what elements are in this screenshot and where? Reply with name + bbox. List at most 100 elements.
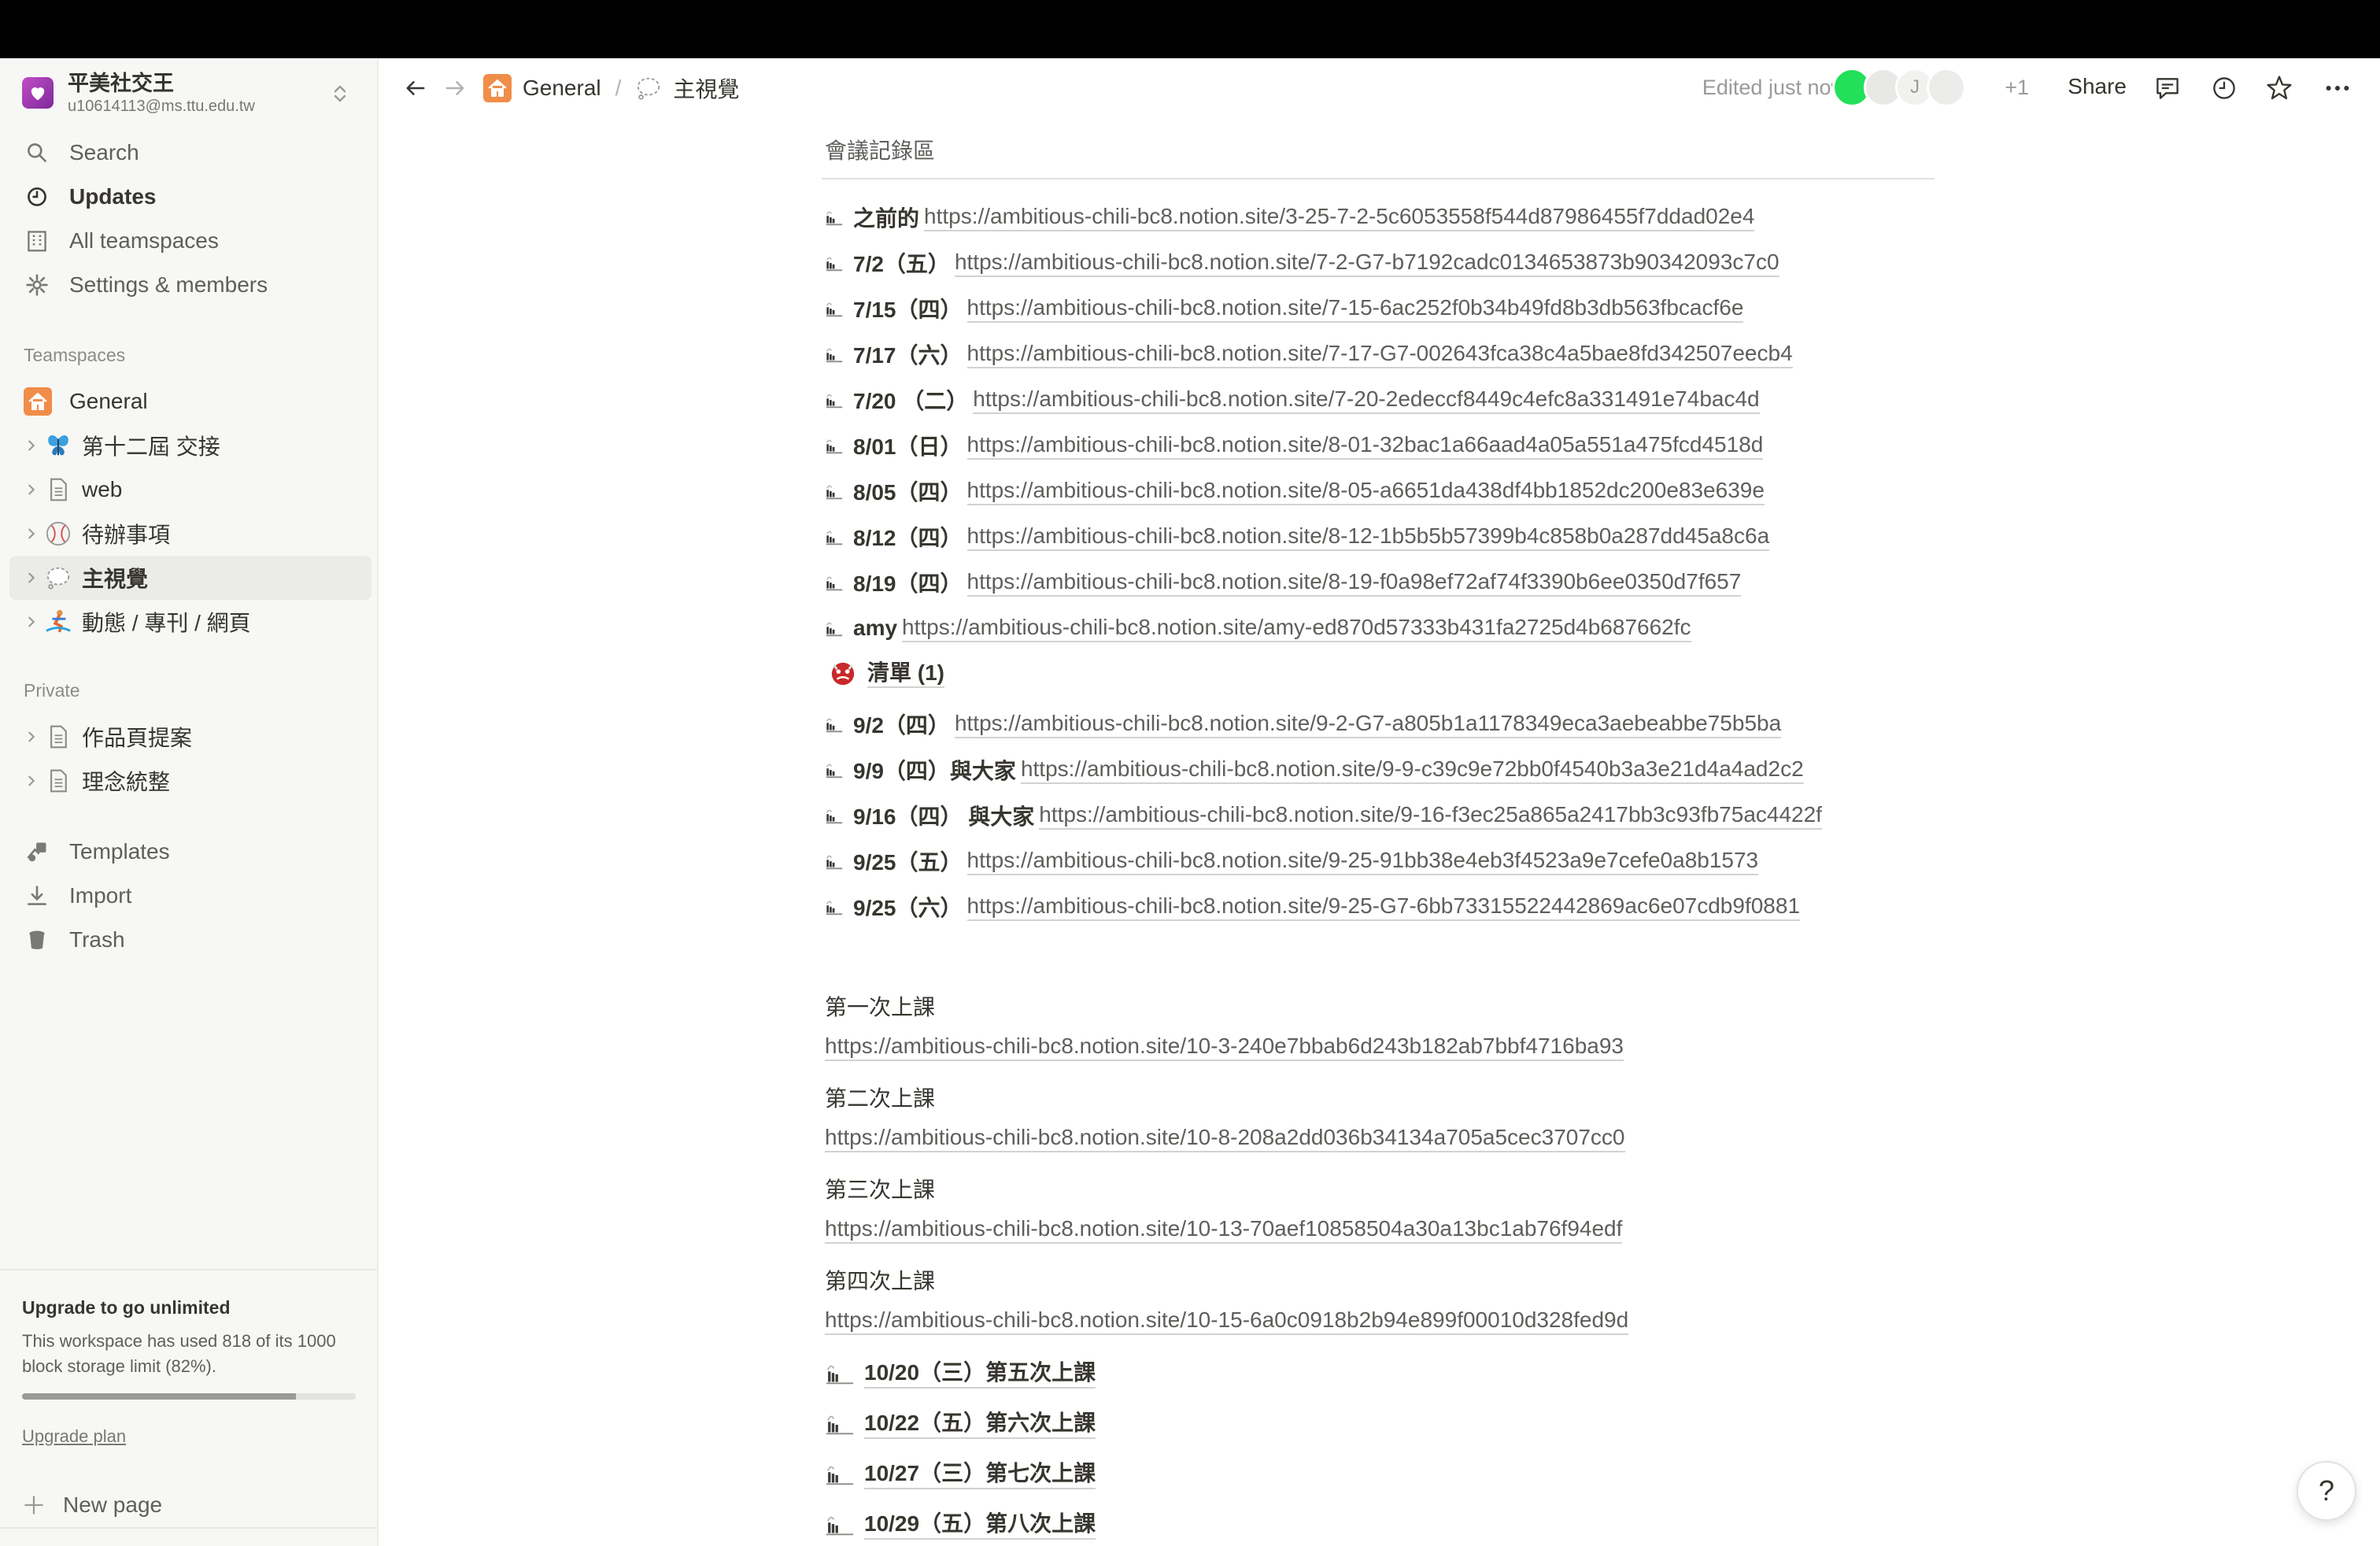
back-arrow-icon[interactable]: [400, 72, 431, 104]
sidebar-item-updates-magazine-web[interactable]: 動態 / 專刊 / 網頁: [9, 600, 371, 644]
chevron-right-icon[interactable]: [24, 614, 39, 630]
class-link[interactable]: https://ambitious-chili-bc8.notion.site/…: [825, 1215, 1623, 1244]
workspace-switcher[interactable]: 平美社交王 u10614113@ms.ttu.edu.tw: [13, 65, 365, 121]
sidebar-item-search[interactable]: Search: [9, 131, 371, 175]
chevron-right-icon[interactable]: [24, 482, 39, 497]
checklist-label: 清單 (1): [867, 660, 945, 688]
upgrade-plan-link[interactable]: Upgrade plan: [22, 1426, 126, 1447]
chevron-right-icon[interactable]: [24, 526, 39, 542]
breadcrumb-general[interactable]: General: [483, 74, 601, 102]
entry-label: 之前的: [853, 206, 920, 231]
meeting-entry: 7/20 （二） https://ambitious-chili-bc8.noti…: [825, 379, 1760, 420]
class-link[interactable]: https://ambitious-chili-bc8.notion.site/…: [825, 1033, 1624, 1061]
entry-link[interactable]: https://ambitious-chili-bc8.notion.site/…: [902, 614, 1691, 642]
divider: [822, 178, 1935, 179]
sidebar-item-label: General: [69, 389, 148, 413]
sidebar-item-updates[interactable]: Updates: [9, 175, 371, 219]
subpage-link[interactable]: 10/20（三）第五次上課: [825, 1352, 1096, 1395]
chevron-right-icon[interactable]: [24, 438, 39, 453]
sidebar-item-label: Search: [69, 140, 139, 165]
sidebar-item-general[interactable]: General: [9, 379, 371, 423]
page-icon: [44, 475, 72, 504]
upgrade-title: Upgrade to go unlimited: [22, 1297, 231, 1318]
sidebar-item-main-visual[interactable]: 主視覺: [9, 556, 371, 600]
sidebar-item-trash[interactable]: Trash: [9, 918, 371, 962]
meeting-entry: 8/12（四） https://ambitious-chili-bc8.notio…: [825, 516, 1770, 557]
entry-label: 7/20 （二）: [853, 389, 969, 413]
new-page-button[interactable]: New page: [9, 1480, 371, 1530]
entry-link[interactable]: https://ambitious-chili-bc8.notion.site/…: [1039, 801, 1822, 830]
history-clock-icon[interactable]: [2208, 72, 2240, 104]
meeting-entry: 9/25（六） https://ambitious-chili-bc8.notio…: [825, 886, 1801, 927]
entry-link[interactable]: https://ambitious-chili-bc8.notion.site/…: [954, 249, 1779, 277]
page-icon: [825, 342, 845, 366]
more-options-icon[interactable]: [2322, 72, 2353, 104]
teamspaces-heading: Teamspaces: [24, 345, 126, 365]
entry-label: amy: [853, 616, 898, 640]
sidebar-item-settings[interactable]: Settings & members: [9, 263, 371, 307]
collaborator-avatars[interactable]: J: [1832, 68, 1990, 109]
entry-link[interactable]: https://ambitious-chili-bc8.notion.site/…: [954, 710, 1782, 738]
meeting-entry: 8/05（四） https://ambitious-chili-bc8.notio…: [825, 471, 1765, 512]
sidebar-item-all-teamspaces[interactable]: All teamspaces: [9, 219, 371, 263]
subpage-label: 10/27（三）第七次上課: [864, 1459, 1096, 1489]
breadcrumb-main-visual[interactable]: 主視覺: [635, 72, 739, 104]
system-top-bar: [0, 0, 2380, 58]
meeting-entry: 7/2（五） https://ambitious-chili-bc8.notion…: [825, 242, 1779, 283]
chevron-up-down-icon: [329, 82, 351, 105]
chevron-right-icon[interactable]: [24, 773, 39, 789]
entry-link[interactable]: https://ambitious-chili-bc8.notion.site/…: [973, 386, 1760, 414]
forward-arrow-icon[interactable]: [439, 72, 471, 104]
subpage-link[interactable]: 10/22（五）第六次上課: [825, 1403, 1096, 1445]
entry-link[interactable]: https://ambitious-chili-bc8.notion.site/…: [966, 568, 1742, 597]
entry-link[interactable]: https://ambitious-chili-bc8.notion.site/…: [966, 523, 1770, 551]
checklist-link[interactable]: 清單 (1): [825, 653, 945, 694]
sidebar-item-concept-summary[interactable]: 理念統整: [9, 759, 371, 803]
sidebar-item-portfolio-proposal[interactable]: 作品頁提案: [9, 715, 371, 759]
upgrade-description: This workspace has used 818 of its 1000 …: [22, 1331, 336, 1376]
meeting-entry: amy https://ambitious-chili-bc8.notion.si…: [825, 608, 1691, 649]
class-link-row: https://ambitious-chili-bc8.notion.site/…: [825, 1026, 1624, 1067]
entry-label: 9/2（四）: [853, 713, 950, 738]
class-link-row: https://ambitious-chili-bc8.notion.site/…: [825, 1300, 1629, 1341]
sidebar-item-label: web: [82, 477, 123, 501]
comment-icon[interactable]: [2152, 72, 2183, 104]
meeting-entry: 之前的 https://ambitious-chili-bc8.notion.si…: [825, 197, 1755, 238]
class-link[interactable]: https://ambitious-chili-bc8.notion.site/…: [825, 1307, 1629, 1335]
class-link[interactable]: https://ambitious-chili-bc8.notion.site/…: [825, 1124, 1625, 1152]
class-title: 第四次上課: [825, 1269, 936, 1293]
class-link-row: https://ambitious-chili-bc8.notion.site/…: [825, 1118, 1625, 1159]
chevron-right-icon[interactable]: [24, 729, 39, 745]
entry-link[interactable]: https://ambitious-chili-bc8.notion.site/…: [966, 893, 1801, 921]
workspace-email: u10614113@ms.ttu.edu.tw: [68, 98, 255, 115]
sidebar-item-label: All teamspaces: [69, 228, 219, 253]
sidebar-item-templates[interactable]: Templates: [9, 830, 371, 874]
help-button[interactable]: ?: [2297, 1461, 2356, 1521]
home-icon: [24, 387, 52, 416]
entry-link[interactable]: https://ambitious-chili-bc8.notion.site/…: [966, 340, 1793, 368]
meeting-entry: 7/15（四） https://ambitious-chili-bc8.notio…: [825, 288, 1744, 329]
sidebar-item-todo[interactable]: 待辦事項: [9, 512, 371, 556]
page-icon: [825, 388, 845, 412]
subpage-link[interactable]: 10/27（三）第七次上課: [825, 1453, 1096, 1496]
sidebar-item-web[interactable]: web: [9, 468, 371, 512]
entry-label: 7/2（五）: [853, 252, 950, 276]
entry-link[interactable]: https://ambitious-chili-bc8.notion.site/…: [966, 294, 1744, 323]
sidebar-item-label: Updates: [69, 184, 157, 209]
entry-link[interactable]: https://ambitious-chili-bc8.notion.site/…: [924, 203, 1755, 231]
sidebar-item-label: 作品頁提案: [82, 726, 193, 750]
entry-link[interactable]: https://ambitious-chili-bc8.notion.site/…: [966, 847, 1759, 875]
sidebar-item-label: Import: [69, 883, 132, 908]
sidebar-item-handover[interactable]: 第十二屆 交接: [9, 423, 371, 468]
sidebar-item-label: 第十二屆 交接: [82, 435, 220, 459]
page-icon: [825, 1410, 856, 1438]
entry-link[interactable]: https://ambitious-chili-bc8.notion.site/…: [966, 477, 1765, 505]
star-icon[interactable]: [2264, 72, 2295, 104]
entry-link[interactable]: https://ambitious-chili-bc8.notion.site/…: [966, 431, 1764, 460]
chevron-right-icon[interactable]: [24, 570, 39, 586]
subpage-link[interactable]: 10/29（五）第八次上課: [825, 1503, 1096, 1546]
sidebar-item-import[interactable]: Import: [9, 874, 371, 918]
entry-link[interactable]: https://ambitious-chili-bc8.notion.site/…: [1020, 756, 1804, 784]
share-button[interactable]: Share: [2068, 74, 2127, 99]
more-collaborators-count[interactable]: +1: [2005, 76, 2029, 100]
